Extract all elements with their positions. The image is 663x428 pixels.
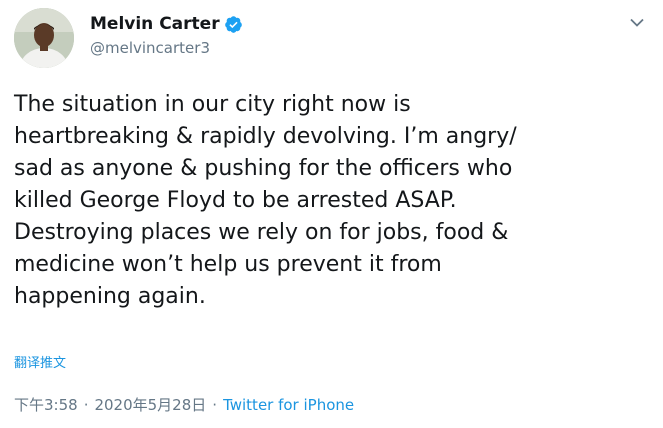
meta-separator: · [212,395,218,414]
more-options-button[interactable] [627,12,647,32]
author-names: Melvin Carter @melvincarter3 [90,12,243,57]
verified-badge-icon [224,15,242,33]
tweet-text: The situation in our city right now is h… [14,92,517,309]
display-name[interactable]: Melvin Carter [90,14,220,34]
tweet-source-link[interactable]: Twitter for iPhone [223,396,354,414]
avatar[interactable] [14,8,74,68]
avatar-image [14,8,74,68]
meta-separator: · [83,395,89,414]
tweet-card: Melvin Carter @melvincarter3 The situati… [0,0,663,428]
tweet-metadata: 下午3:58 · 2020年5月28日 · Twitter for iPhone [14,394,354,415]
tweet-date[interactable]: 2020年5月28日 [94,394,206,415]
author-handle[interactable]: @melvincarter3 [90,39,243,57]
translate-tweet-link[interactable]: 翻译推文 [14,352,66,371]
tweet-time[interactable]: 下午3:58 [14,394,78,415]
display-name-row: Melvin Carter [90,12,243,36]
tweet-header: Melvin Carter @melvincarter3 [14,8,649,68]
chevron-down-icon [630,18,644,27]
